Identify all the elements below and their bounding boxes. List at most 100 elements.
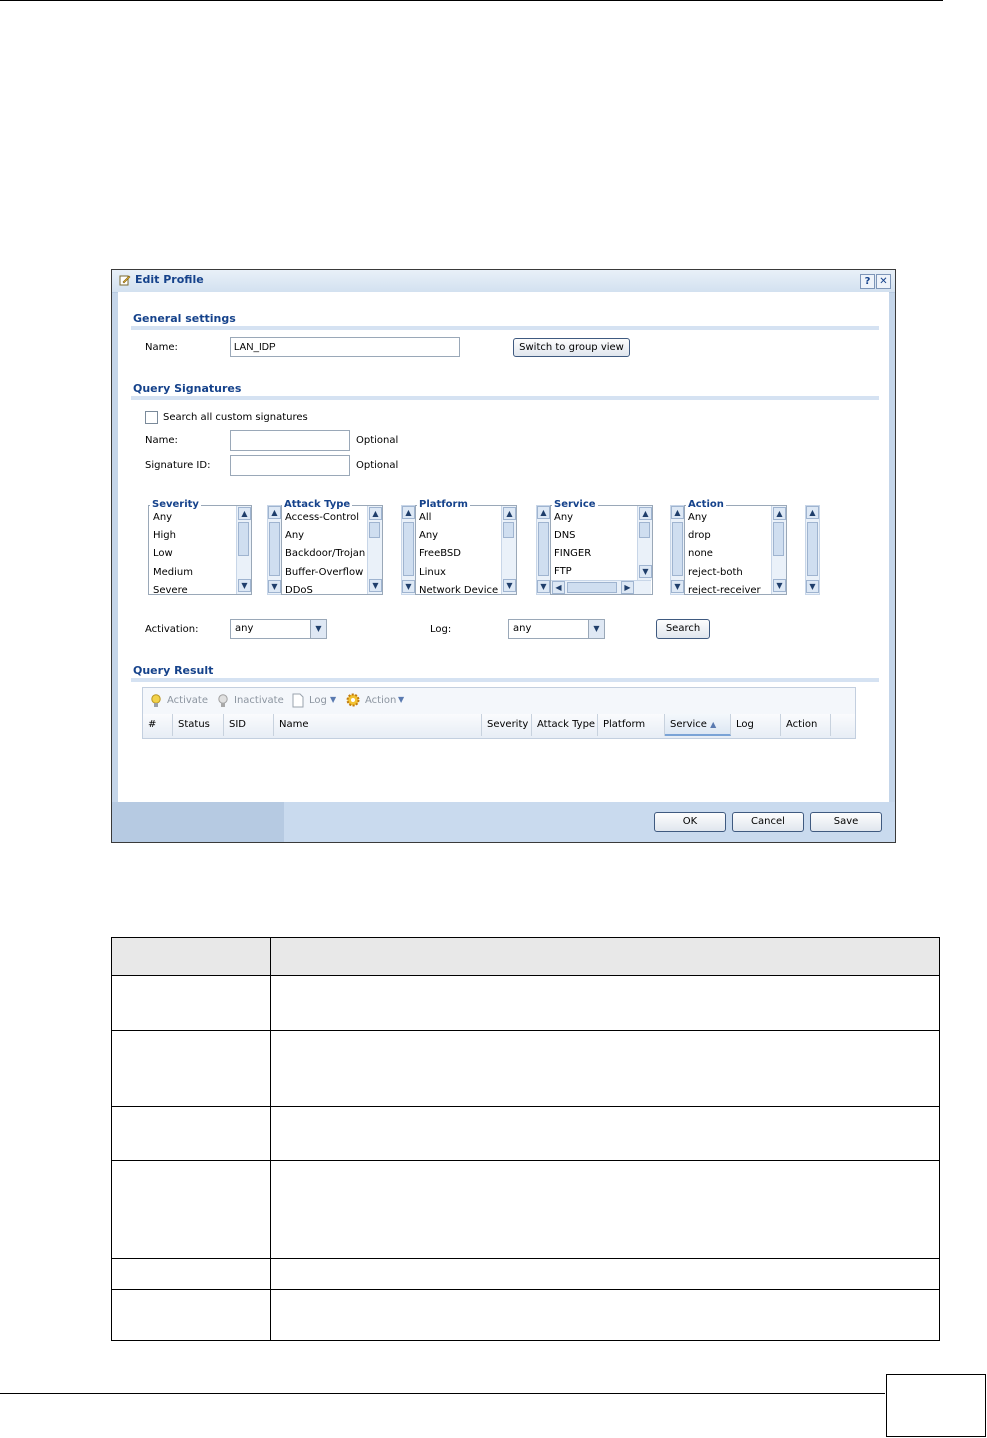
profile-name-input[interactable] xyxy=(230,337,460,357)
list-item[interactable]: Low xyxy=(153,545,173,563)
chevron-up-icon[interactable]: ▲ xyxy=(369,507,382,520)
list-item[interactable]: none xyxy=(688,545,713,563)
inactivate-button[interactable]: Inactivate xyxy=(234,695,284,706)
scroll-thumb[interactable] xyxy=(403,522,414,576)
activate-button[interactable]: Activate xyxy=(167,695,208,706)
service-left-scrollbar[interactable]: ▲ ▼ xyxy=(536,505,551,595)
scroll-thumb[interactable] xyxy=(238,522,249,556)
list-item[interactable]: Access-Control xyxy=(285,509,359,527)
action-menu-button[interactable]: Action xyxy=(365,695,396,706)
column-header-service[interactable]: Service ▲ xyxy=(665,714,731,736)
chevron-down-icon[interactable]: ▼ xyxy=(268,580,281,593)
chevron-up-icon[interactable]: ▲ xyxy=(773,507,786,520)
chevron-up-icon[interactable]: ▲ xyxy=(537,506,550,519)
search-custom-signatures-checkbox[interactable] xyxy=(145,411,158,424)
chevron-down-icon[interactable]: ▼ xyxy=(369,579,382,592)
column-header-status[interactable]: Status xyxy=(173,714,224,736)
severity-scrollbar[interactable]: ▲ ▼ xyxy=(236,506,251,594)
chevron-down-icon[interactable]: ▼ xyxy=(402,580,415,593)
column-header-severity[interactable]: Severity xyxy=(482,714,532,736)
chevron-down-icon[interactable]: ▼ xyxy=(639,565,652,578)
service-listbox[interactable]: Any DNS FINGER FTP ▲ ▼ ◀ ▶ xyxy=(550,505,653,595)
scroll-thumb[interactable] xyxy=(538,522,549,576)
scroll-thumb[interactable] xyxy=(269,522,280,576)
column-header-attack-type[interactable]: Attack Type xyxy=(532,714,598,736)
log-menu-button[interactable]: Log xyxy=(309,695,327,706)
signature-id-input[interactable] xyxy=(230,455,350,476)
column-header-platform[interactable]: Platform xyxy=(598,714,665,736)
chevron-down-icon[interactable]: ▼ xyxy=(238,579,251,592)
list-item[interactable]: DNS xyxy=(554,527,576,545)
column-header-log[interactable]: Log xyxy=(731,714,781,736)
service-scrollbar[interactable]: ▲ ▼ xyxy=(637,506,652,580)
log-select[interactable]: any ▼ xyxy=(508,619,605,639)
list-item[interactable]: Buffer-Overflow xyxy=(285,564,363,582)
chevron-left-icon[interactable]: ◀ xyxy=(552,581,565,594)
chevron-down-icon[interactable]: ▼ xyxy=(310,620,326,638)
list-item[interactable]: High xyxy=(153,527,176,545)
chevron-down-icon[interactable]: ▼ xyxy=(330,695,336,704)
save-button[interactable]: Save xyxy=(810,812,882,832)
list-item[interactable]: reject-receiver xyxy=(688,582,761,594)
action-listbox[interactable]: Any drop none reject-both reject-receive… xyxy=(684,505,787,595)
chevron-right-icon[interactable]: ▶ xyxy=(621,581,634,594)
list-item[interactable]: Any xyxy=(285,527,304,545)
chevron-down-icon[interactable]: ▼ xyxy=(806,580,819,593)
scroll-thumb[interactable] xyxy=(773,522,784,556)
help-icon[interactable]: ? xyxy=(860,274,875,289)
platform-listbox[interactable]: All Any FreeBSD Linux Network Device ▲ ▼ xyxy=(415,505,517,595)
list-item[interactable]: FINGER xyxy=(554,545,591,563)
chevron-down-icon[interactable]: ▼ xyxy=(773,579,786,592)
ok-button[interactable]: OK xyxy=(654,812,726,832)
signature-name-input[interactable] xyxy=(230,430,350,451)
list-item[interactable]: FreeBSD xyxy=(419,545,461,563)
list-item[interactable]: Any xyxy=(419,527,438,545)
lists-scrollbar[interactable]: ▲ ▼ xyxy=(805,505,820,595)
scroll-thumb[interactable] xyxy=(639,522,650,538)
chevron-down-icon[interactable]: ▼ xyxy=(398,695,404,704)
chevron-up-icon[interactable]: ▲ xyxy=(268,506,281,519)
list-item[interactable]: Medium xyxy=(153,564,193,582)
list-item[interactable]: Backdoor/Trojan xyxy=(285,545,365,563)
chevron-up-icon[interactable]: ▲ xyxy=(503,507,516,520)
column-header-action[interactable]: Action xyxy=(781,714,831,736)
chevron-up-icon[interactable]: ▲ xyxy=(639,507,652,520)
close-icon[interactable]: ✕ xyxy=(876,274,891,289)
chevron-up-icon[interactable]: ▲ xyxy=(806,506,819,519)
column-header-name[interactable]: Name xyxy=(274,714,482,736)
cancel-button[interactable]: Cancel xyxy=(732,812,804,832)
list-item[interactable]: DDoS xyxy=(285,582,313,594)
attack-type-scrollbar[interactable]: ▲ ▼ xyxy=(367,506,382,594)
list-item[interactable]: All xyxy=(419,509,431,527)
list-item[interactable]: Severe xyxy=(153,582,188,594)
chevron-down-icon[interactable]: ▼ xyxy=(671,580,684,593)
platform-left-scrollbar[interactable]: ▲ ▼ xyxy=(401,505,416,595)
list-item[interactable]: Any xyxy=(554,509,573,527)
switch-to-group-view-button[interactable]: Switch to group view xyxy=(513,338,630,357)
attack-type-left-scrollbar[interactable]: ▲ ▼ xyxy=(267,505,282,595)
scroll-thumb[interactable] xyxy=(567,582,617,593)
list-item[interactable]: Any xyxy=(688,509,707,527)
search-button[interactable]: Search xyxy=(656,619,710,639)
chevron-down-icon[interactable]: ▼ xyxy=(588,620,604,638)
list-item[interactable]: Any xyxy=(153,509,172,527)
chevron-up-icon[interactable]: ▲ xyxy=(238,507,251,520)
activation-select[interactable]: any ▼ xyxy=(230,619,327,639)
scroll-thumb[interactable] xyxy=(807,522,818,576)
attack-type-listbox[interactable]: Access-Control Any Backdoor/Trojan Buffe… xyxy=(281,505,383,595)
action-scrollbar[interactable]: ▲ ▼ xyxy=(771,506,786,594)
column-header-sid[interactable]: SID xyxy=(224,714,274,736)
list-item[interactable]: Network Device xyxy=(419,582,498,594)
list-item[interactable]: FTP xyxy=(554,563,572,577)
platform-scrollbar[interactable]: ▲ ▼ xyxy=(501,506,516,594)
service-hscrollbar[interactable]: ◀ ▶ xyxy=(551,580,651,594)
chevron-down-icon[interactable]: ▼ xyxy=(537,580,550,593)
list-item[interactable]: reject-both xyxy=(688,564,743,582)
column-header-number[interactable]: # xyxy=(143,714,173,736)
action-left-scrollbar[interactable]: ▲ ▼ xyxy=(670,505,685,595)
chevron-down-icon[interactable]: ▼ xyxy=(503,579,516,592)
list-item[interactable]: drop xyxy=(688,527,711,545)
chevron-up-icon[interactable]: ▲ xyxy=(402,506,415,519)
severity-listbox[interactable]: Any High Low Medium Severe ▲ ▼ xyxy=(148,505,252,595)
list-item[interactable]: Linux xyxy=(419,564,446,582)
